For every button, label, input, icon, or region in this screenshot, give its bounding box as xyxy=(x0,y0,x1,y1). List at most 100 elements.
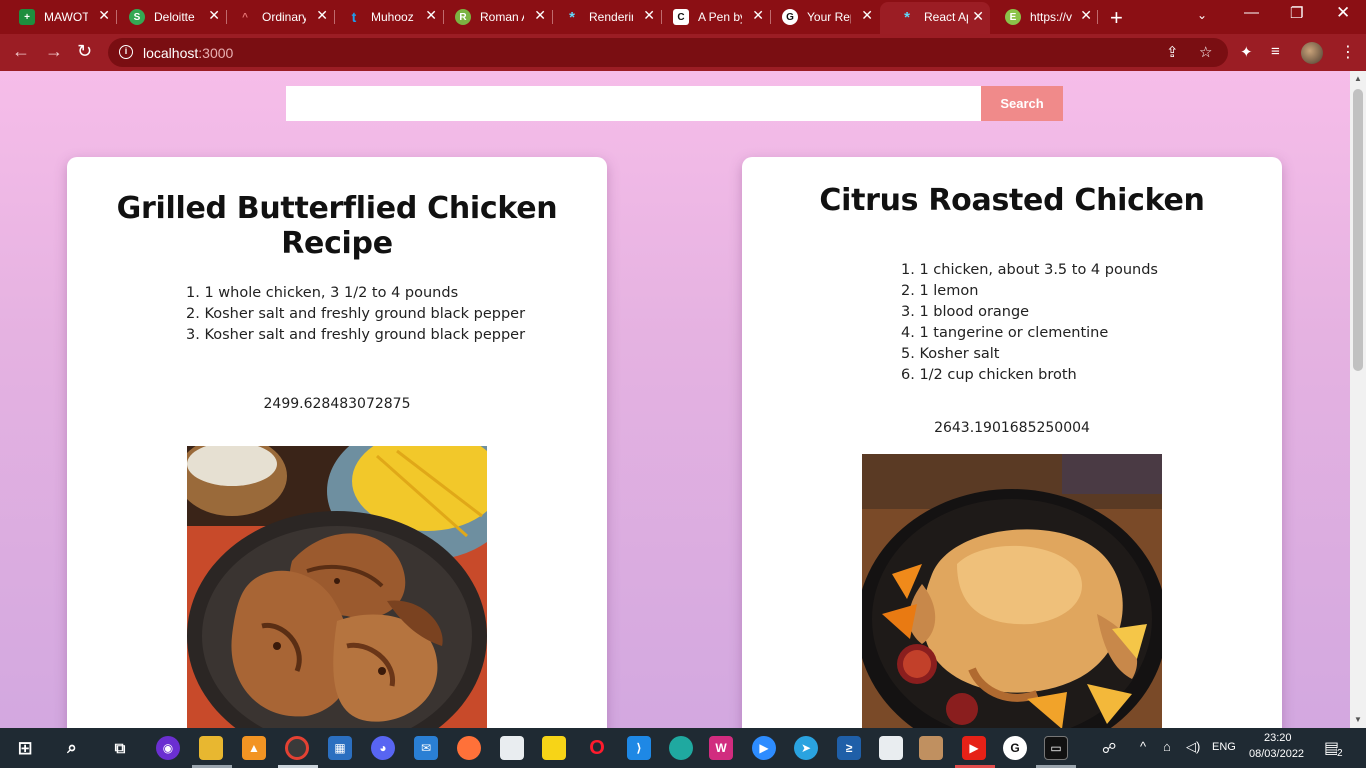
site-info-icon[interactable]: i xyxy=(119,45,133,59)
tab-codepen[interactable]: C A Pen by ✕ xyxy=(654,4,770,30)
ingredient-item: 1. 1 whole chicken, 3 1/2 to 4 pounds xyxy=(186,285,459,301)
file-explorer-icon[interactable] xyxy=(199,736,223,760)
tab-ordinary[interactable]: ^ Ordinary ✕ xyxy=(218,4,334,30)
back-arrow-icon[interactable]: ← xyxy=(12,41,30,62)
search-icon[interactable]: ⌕ xyxy=(60,736,84,760)
podcast-app-icon[interactable]: ◉ xyxy=(156,736,180,760)
windows-start-icon[interactable]: ⊞ xyxy=(13,736,37,760)
network-icon[interactable]: ⌂ xyxy=(1163,739,1171,754)
forward-arrow-icon[interactable]: → xyxy=(45,41,63,62)
share-icon[interactable]: ⇪ xyxy=(1166,43,1179,61)
twitter-icon: t xyxy=(351,9,357,25)
tab-muhooz[interactable]: t Muhooz ✕ xyxy=(327,4,443,30)
discord-icon[interactable]: ◕ xyxy=(371,736,395,760)
url-text[interactable]: localhost:3000 xyxy=(143,45,233,61)
ingredient-item: 2. 1 lemon xyxy=(901,283,979,299)
document-icon[interactable] xyxy=(879,736,903,760)
close-window-button[interactable]: ✕ xyxy=(1336,3,1350,23)
notepad-icon[interactable] xyxy=(500,736,524,760)
tray-chevron-icon[interactable]: ^ xyxy=(1140,739,1146,754)
sticky-notes-icon[interactable] xyxy=(542,736,566,760)
media-queue-icon[interactable]: ≡ xyxy=(1271,43,1280,60)
profile-avatar[interactable] xyxy=(1301,42,1323,64)
tab-mawot[interactable]: + MAWOT ✕ xyxy=(0,4,116,30)
close-icon[interactable]: ✕ xyxy=(972,8,984,25)
clock-time[interactable]: 23:20 xyxy=(1264,732,1292,744)
ingredient-item: 4. 1 tangerine or clementine xyxy=(901,325,1109,341)
tab-title: React Ap xyxy=(924,10,968,24)
ingredient-item: 3. 1 blood orange xyxy=(901,304,1030,320)
maximize-button[interactable]: ❐ xyxy=(1290,4,1303,22)
codepen-icon: C xyxy=(673,9,689,25)
clock-date[interactable]: 08/03/2022 xyxy=(1249,748,1304,760)
firefox-icon[interactable] xyxy=(457,736,481,760)
opera-icon[interactable]: O xyxy=(585,736,609,760)
close-icon[interactable]: ✕ xyxy=(1080,7,1092,24)
tab-title: Your Rep xyxy=(807,10,851,24)
tab-github[interactable]: G Your Rep ✕ xyxy=(763,4,879,30)
windows-taskbar: ⊞ ⌕ ⧉ ◉ ▲ ▦ ◕ ✉ O ⟩ W ▶ ➤ ≥ ▶ G ▭ ☍ ^ ⌂ … xyxy=(0,728,1366,768)
scroll-down-arrow-icon[interactable]: ▼ xyxy=(1354,715,1362,724)
tab-divider xyxy=(1097,10,1098,24)
close-icon[interactable]: ✕ xyxy=(861,7,873,24)
bookmark-star-icon[interactable]: ☆ xyxy=(1199,43,1212,61)
tab-https[interactable]: E https://v ✕ xyxy=(986,4,1098,30)
sheets-icon: + xyxy=(19,9,35,25)
address-bar[interactable]: i localhost:3000 ⇪ ☆ xyxy=(108,38,1228,67)
vertical-scrollbar[interactable]: ▲ ▼ xyxy=(1350,71,1366,728)
ingredient-list: 1. 1 whole chicken, 3 1/2 to 4 pounds 2.… xyxy=(186,283,525,346)
search-input[interactable] xyxy=(286,86,981,121)
powershell-icon[interactable]: ≥ xyxy=(837,736,861,760)
tab-title: https://v xyxy=(1030,10,1073,24)
tab-react-app[interactable]: * React Ap ✕ xyxy=(880,2,990,34)
scrollbar-thumb[interactable] xyxy=(1353,89,1363,371)
ingredient-item: 1. 1 chicken, about 3.5 to 4 pounds xyxy=(901,262,1158,278)
tab-roman[interactable]: R Roman A ✕ xyxy=(436,4,552,30)
search-button[interactable]: Search xyxy=(981,86,1063,121)
ingredient-item: 5. Kosher salt xyxy=(901,346,1000,362)
scroll-up-arrow-icon[interactable]: ▲ xyxy=(1354,74,1362,83)
store-icon[interactable]: ▦ xyxy=(328,736,352,760)
close-icon[interactable]: ✕ xyxy=(98,7,110,24)
ingredient-item: 3. Kosher salt and freshly ground black … xyxy=(186,327,526,343)
calories-value: 2499.628483072875 xyxy=(263,396,411,412)
vlc-icon[interactable]: ▲ xyxy=(242,736,266,760)
task-view-icon[interactable]: ⧉ xyxy=(108,736,132,760)
vscode-icon[interactable]: ⟩ xyxy=(627,736,651,760)
react-icon: * xyxy=(904,8,910,26)
site-icon: E xyxy=(1005,9,1021,25)
tab-title: Deloitte xyxy=(154,10,195,24)
react-icon: * xyxy=(569,8,575,26)
package-icon[interactable] xyxy=(919,736,943,760)
recipe-card: Grilled Butterflied Chicken Recipe 1. 1 … xyxy=(67,157,607,728)
chrome-icon[interactable] xyxy=(285,736,309,760)
ingredient-item: 2. Kosher salt and freshly ground black … xyxy=(186,306,526,322)
reload-icon[interactable]: ↻ xyxy=(77,41,92,62)
youtube-icon[interactable]: ▶ xyxy=(962,736,986,760)
roasted-chicken-photo xyxy=(862,454,1162,728)
extensions-puzzle-icon[interactable]: ✦ xyxy=(1240,43,1253,61)
language-indicator[interactable]: ENG xyxy=(1212,741,1236,753)
menu-kebab-icon[interactable]: ⋮ xyxy=(1340,42,1356,62)
ingredient-item: 6. 1/2 cup chicken broth xyxy=(901,367,1077,383)
edge-icon[interactable] xyxy=(669,736,693,760)
volume-icon[interactable]: ◁) xyxy=(1186,739,1200,755)
ordinary-icon: ^ xyxy=(242,11,248,23)
zoom-icon[interactable]: ▶ xyxy=(752,736,776,760)
tab-title: Ordinary xyxy=(262,10,306,24)
terminal-icon[interactable]: ▭ xyxy=(1044,736,1068,760)
wamp-icon[interactable]: W xyxy=(709,736,733,760)
tab-deloitte[interactable]: S Deloitte ✕ xyxy=(110,4,226,30)
tab-rendering[interactable]: * Renderin ✕ xyxy=(545,4,661,30)
url-host: localhost xyxy=(143,45,199,61)
tab-title: Muhooz xyxy=(371,10,414,24)
tab-search-chevron-icon[interactable]: ⌄ xyxy=(1197,8,1207,22)
github-desktop-icon[interactable]: G xyxy=(1003,736,1027,760)
recipe-title: Grilled Butterflied Chicken Recipe xyxy=(116,191,558,261)
new-tab-button[interactable]: + xyxy=(1110,5,1123,31)
minimize-button[interactable]: — xyxy=(1244,4,1259,21)
mail-icon[interactable]: ✉ xyxy=(414,736,438,760)
people-icon[interactable]: ☍ xyxy=(1102,740,1116,757)
telegram-icon[interactable]: ➤ xyxy=(794,736,818,760)
tab-title: MAWOT xyxy=(44,10,88,24)
